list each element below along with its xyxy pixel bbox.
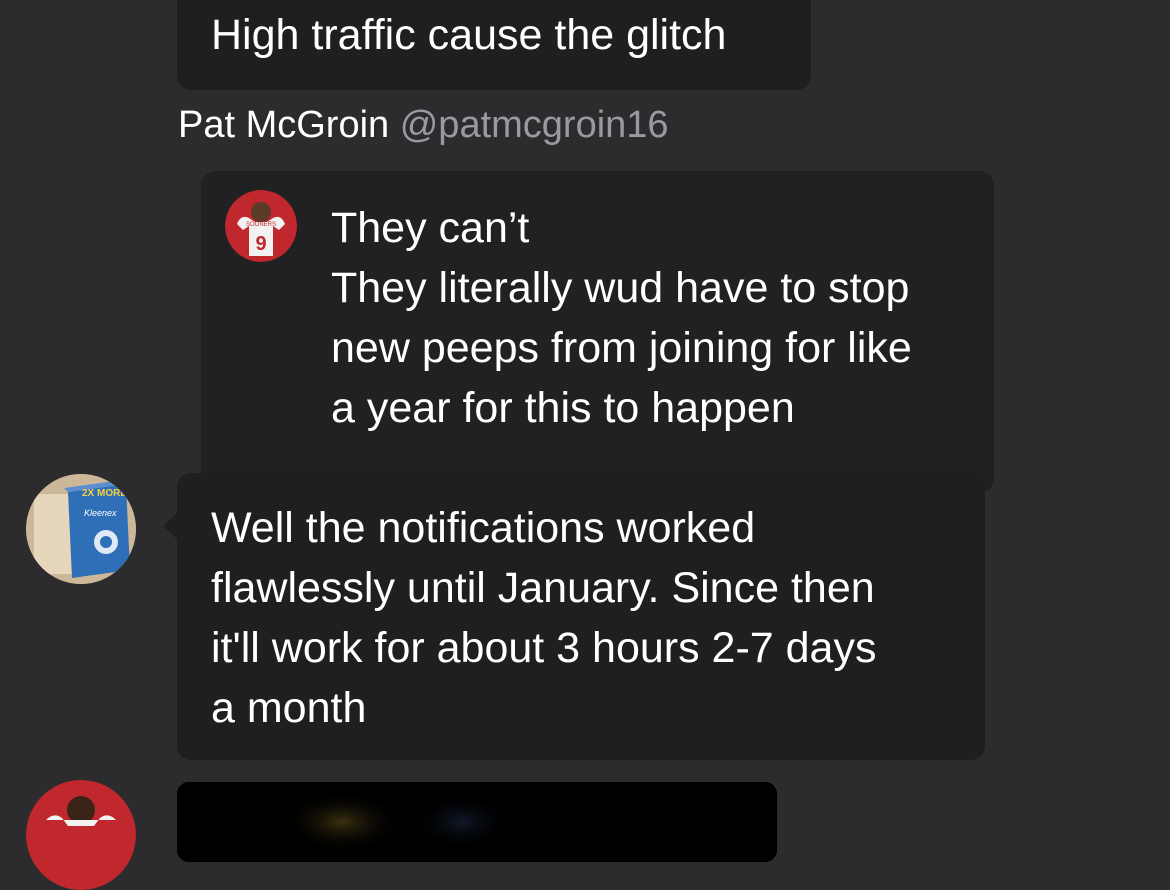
reply-sender[interactable]: Pat McGroin @patmcgroin16 (178, 100, 669, 150)
media-attachment[interactable] (177, 782, 777, 862)
avatar[interactable]: SOONERS 9 (225, 190, 297, 262)
svg-text:9: 9 (255, 233, 266, 255)
message-bubble[interactable]: High traffic cause the glitch (177, 0, 811, 90)
svg-text:SOONERS: SOONERS (246, 222, 276, 228)
message-text: High traffic cause the glitch (211, 11, 727, 59)
sender-handle[interactable]: @patmcgroin16 (400, 104, 669, 146)
avatar[interactable] (26, 780, 136, 890)
avatar[interactable]: 2X MORE Kleenex (26, 474, 136, 584)
message-bubble[interactable]: Well the notifications worked flawlessly… (163, 473, 985, 760)
svg-text:Kleenex: Kleenex (84, 508, 117, 518)
bubble-tail (163, 513, 177, 539)
message-text: Well the notifications worked flawlessly… (211, 504, 877, 732)
quoted-message[interactable]: They can’t They literally wud have to st… (201, 171, 994, 493)
quoted-text: They can’t They literally wud have to st… (331, 204, 912, 432)
svg-text:2X MORE: 2X MORE (82, 488, 127, 499)
sender-name: Pat McGroin (178, 104, 390, 146)
